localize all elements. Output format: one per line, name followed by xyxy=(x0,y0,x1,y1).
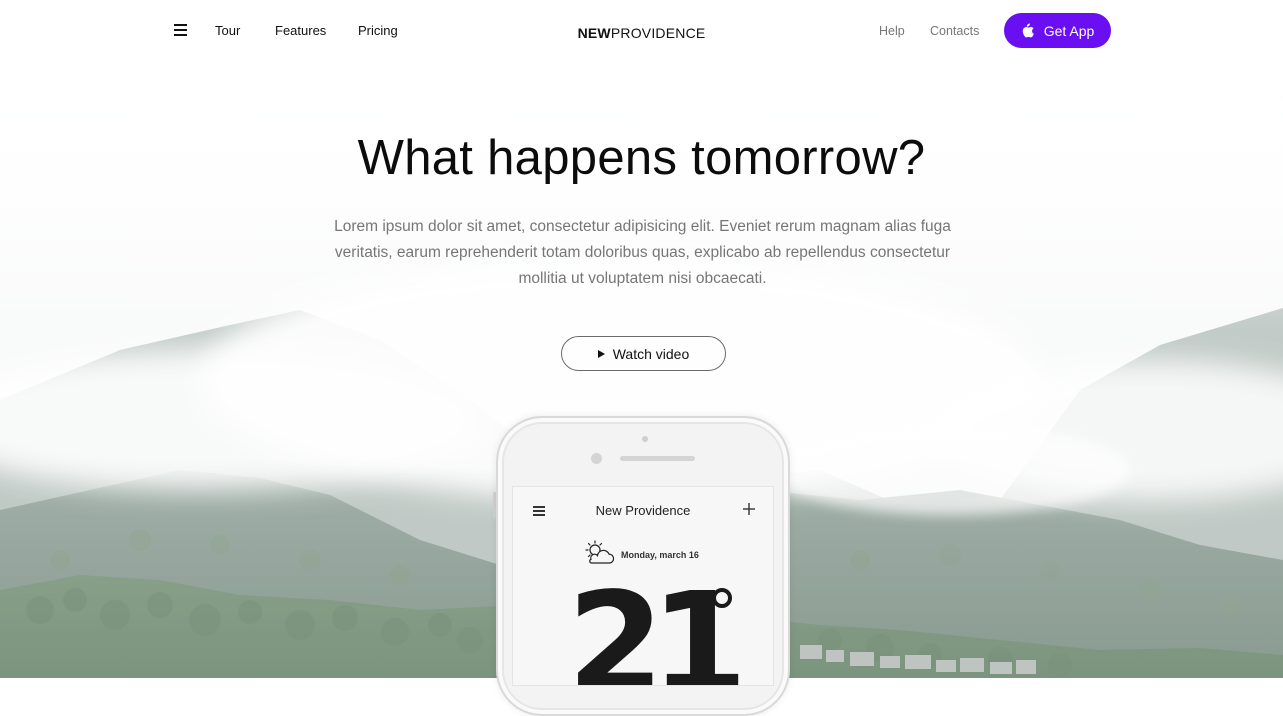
get-app-button[interactable]: Get App xyxy=(1004,13,1111,48)
phone-camera xyxy=(591,453,602,464)
apple-icon xyxy=(1022,23,1034,38)
hero-description: Lorem ipsum dolor sit amet, consectetur … xyxy=(334,218,951,287)
plus-icon[interactable] xyxy=(742,502,756,516)
temperature-value: 21 xyxy=(567,563,748,686)
watch-video-button[interactable]: Watch video xyxy=(561,336,726,371)
app-date: Monday, march 16 xyxy=(621,550,699,560)
brand-logo-bold: NEW xyxy=(577,25,611,41)
brand-logo-rest: PROVIDENCE xyxy=(610,25,706,41)
degree-icon xyxy=(712,588,732,608)
play-icon xyxy=(597,349,605,358)
hero-title: What happens tomorrow? xyxy=(357,131,926,185)
phone-speaker xyxy=(620,456,695,461)
phone-sensor xyxy=(642,436,648,442)
phone-screen: New Providence Monday, march 16 21 xyxy=(512,486,774,686)
app-title: New Providence xyxy=(595,503,691,518)
top-navbar: Tour Features Pricing NEWPROVIDENCE Help… xyxy=(0,0,1283,62)
nav-link-contacts[interactable]: Contacts xyxy=(930,24,979,38)
nav-link-help[interactable]: Help xyxy=(879,24,905,38)
watch-video-label: Watch video xyxy=(612,345,690,362)
get-app-label: Get App xyxy=(1043,22,1095,39)
